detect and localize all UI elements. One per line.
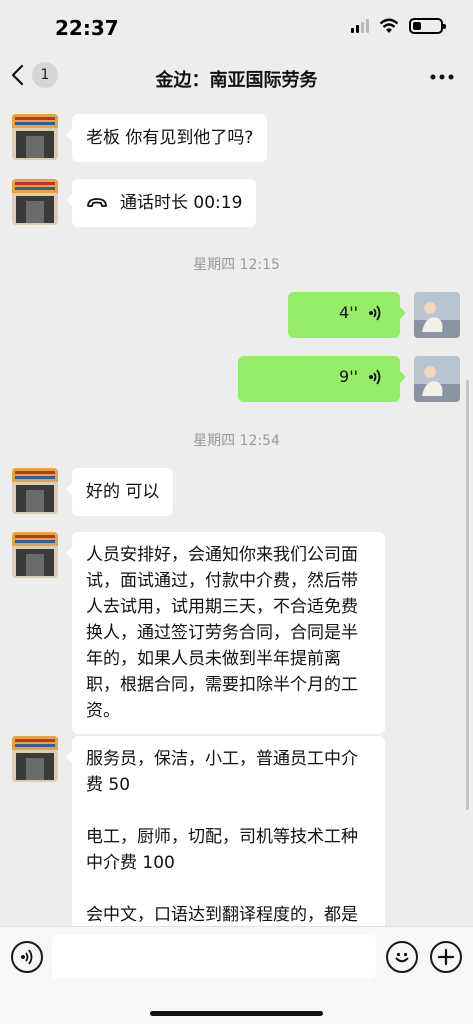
storefront-avatar-icon [12, 468, 58, 514]
timestamp: 星期四 12:15 [193, 257, 280, 273]
battery-fill [413, 22, 421, 30]
contact-avatar[interactable] [12, 532, 58, 578]
contact-avatar[interactable] [12, 114, 58, 160]
voice-wave-icon [369, 368, 381, 385]
voice-message-bubble[interactable]: 4'' [288, 292, 406, 338]
more-dots-icon [430, 74, 454, 80]
contact-avatar[interactable] [12, 179, 58, 225]
message-text: 人员安排好，会通知你来我们公司面试，面试通过，付款中介费，然后带人去试用，试用期… [86, 545, 358, 721]
my-avatar[interactable] [414, 292, 460, 338]
storefront-avatar-icon [12, 114, 58, 160]
timestamp: 星期四 12:54 [193, 433, 280, 449]
chat-area[interactable]: 老板 你有见到他了吗? 通话时长 00:19 星期四 12:15 4'' 9''… [0, 100, 473, 926]
voice-message-bubble[interactable]: 9'' [238, 356, 406, 402]
call-duration-text: 通话时长 00:19 [120, 193, 243, 213]
message-paragraph: 电工，厨师，切配，司机等技术工种中介费 100 [86, 827, 358, 873]
voice-wave-icon [21, 949, 33, 965]
scrollbar[interactable] [466, 380, 469, 810]
storefront-avatar-icon [12, 736, 58, 782]
user-photo-icon [414, 356, 460, 402]
status-bar: 22:37 [0, 0, 473, 56]
message-paragraph: 会中文，口语达到翻译程度的，都是 200 [86, 905, 358, 925]
message-text: 老板 你有见到他了吗? [86, 128, 254, 148]
emoji-smile-icon [395, 952, 409, 963]
message-text: 好的 可以 [86, 482, 160, 502]
status-time: 22:37 [55, 16, 119, 40]
message-bubble[interactable]: 好的 可以 [65, 468, 174, 516]
voice-duration: 4'' [339, 303, 358, 322]
status-icons [351, 18, 446, 34]
voice-wave-icon [369, 304, 381, 321]
phone-hangup-icon [87, 198, 107, 207]
storefront-avatar-icon [12, 179, 58, 225]
wifi-icon [379, 18, 399, 33]
voice-duration: 9'' [339, 367, 358, 386]
message-input[interactable] [52, 935, 376, 979]
storefront-avatar-icon [12, 532, 58, 578]
more-options-button[interactable] [427, 62, 457, 92]
message-bubble[interactable]: 老板 你有见到他了吗? [65, 114, 268, 162]
cellular-signal-icon [351, 19, 369, 33]
voice-input-button[interactable] [11, 941, 43, 973]
message-paragraph: 服务员，保洁，小工，普通员工中介费 50 [86, 749, 358, 795]
message-bubble[interactable]: 人员安排好，会通知你来我们公司面试，面试通过，付款中介费，然后带人去试用，试用期… [66, 532, 385, 734]
contact-avatar[interactable] [12, 736, 58, 782]
emoji-button[interactable] [386, 941, 418, 973]
nav-bar: 1 金边：南亚国际劳务 [0, 56, 473, 100]
home-indicator [150, 1011, 323, 1016]
my-avatar[interactable] [414, 356, 460, 402]
message-bubble[interactable]: 服务员，保洁，小工，普通员工中介费 50 电工，厨师，切配，司机等技术工种中介费… [66, 736, 385, 926]
chat-title: 金边：南亚国际劳务 [155, 70, 318, 91]
user-photo-icon [414, 292, 460, 338]
input-bar [0, 926, 473, 1024]
call-record-bubble[interactable]: 通话时长 00:19 [65, 179, 257, 227]
plus-icon [437, 948, 455, 966]
battery-icon [409, 18, 446, 34]
more-plus-button[interactable] [430, 941, 462, 973]
contact-avatar[interactable] [12, 468, 58, 514]
